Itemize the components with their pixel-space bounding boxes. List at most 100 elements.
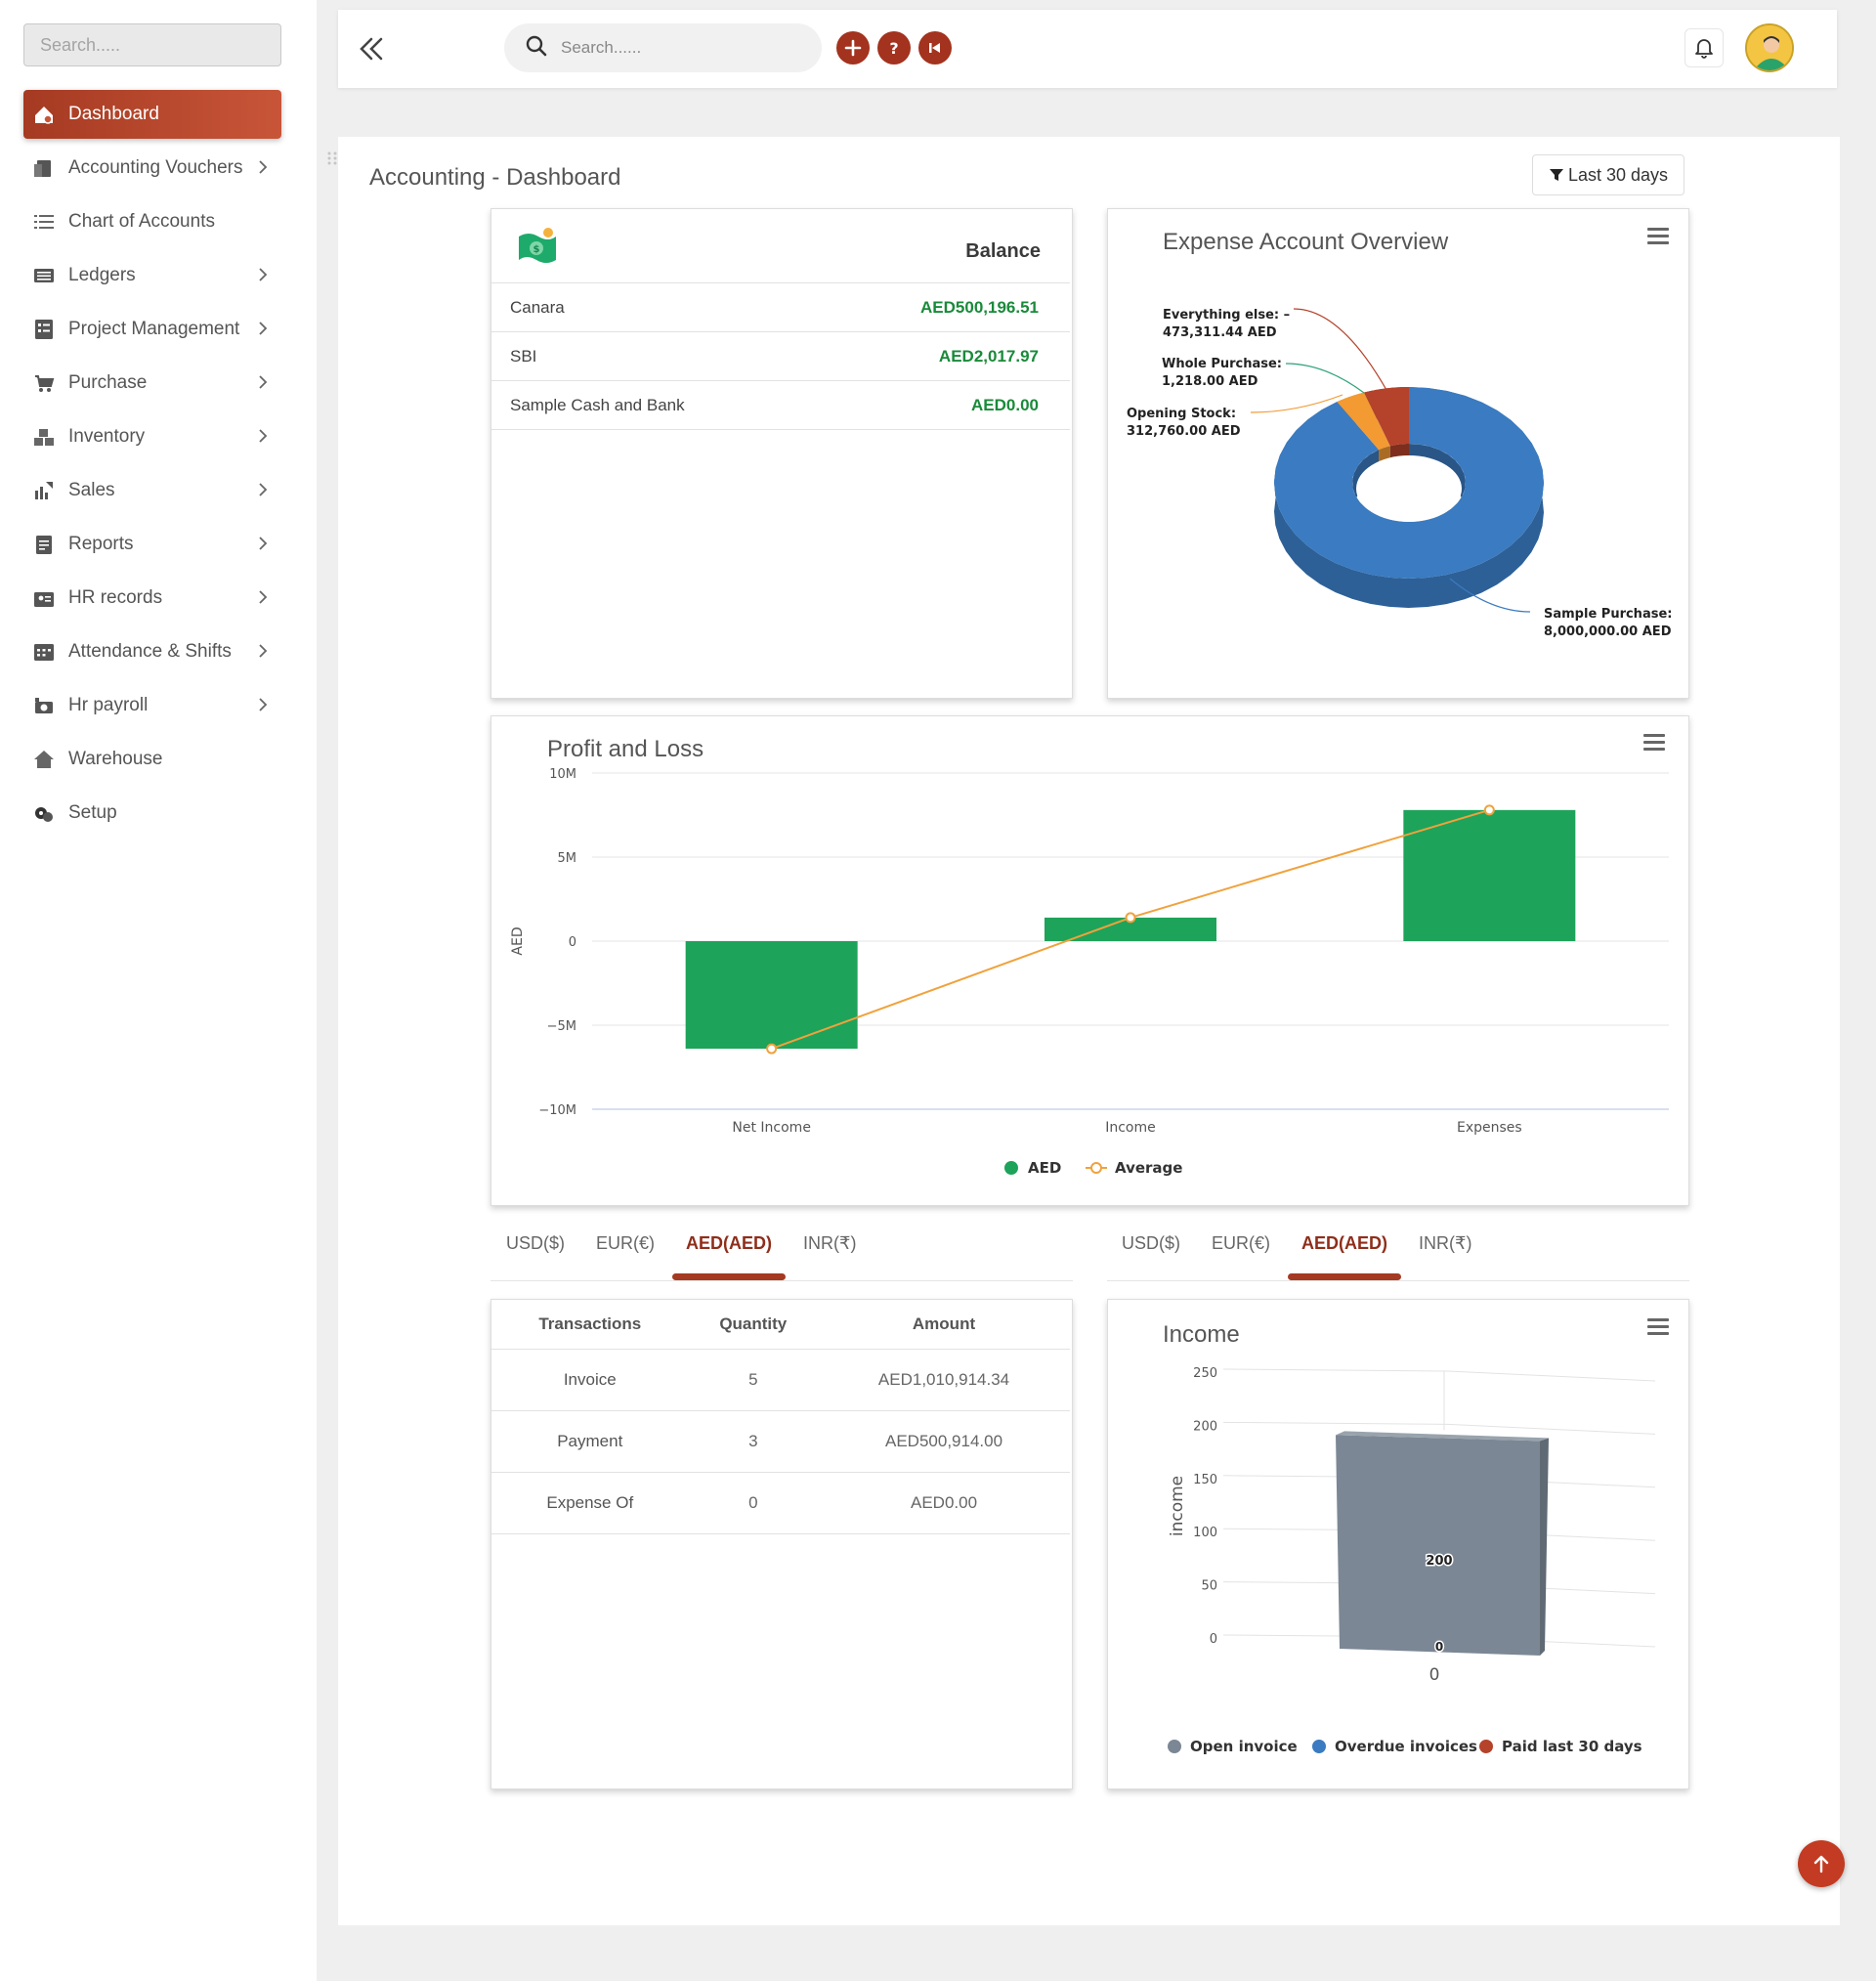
sidebar-item-reports[interactable]: Reports — [23, 520, 281, 569]
svg-text:$: $ — [533, 244, 540, 255]
profit-loss-card: Profit and Loss 10M 5M 0 −5M −10M AED Net Inco… — [490, 715, 1689, 1206]
average-point[interactable] — [766, 1043, 778, 1055]
scroll-top-button[interactable] — [1798, 1840, 1845, 1887]
search-icon — [526, 35, 547, 62]
table-cell-name: Payment — [491, 1410, 689, 1473]
sidebar-item-label: Setup — [68, 802, 117, 823]
table-cell-qty: 3 — [688, 1410, 819, 1473]
x-tick-label: Expenses — [1457, 1120, 1522, 1136]
top-search-input[interactable] — [561, 38, 795, 58]
x-tick-label: Net Income — [732, 1120, 811, 1136]
back-to-start-button[interactable] — [918, 31, 952, 65]
arrow-up-icon — [1813, 1855, 1829, 1873]
ledger-icon — [31, 263, 57, 288]
balance-account-value: AED500,196.51 — [920, 297, 1039, 317]
col-amount: Amount — [818, 1300, 1070, 1350]
sidebar-item-attendance-shifts[interactable]: Attendance & Shifts — [23, 627, 281, 676]
pie-label-name: Sample Purchase: — [1544, 607, 1672, 622]
y-axis-label: income — [1168, 1476, 1187, 1536]
top-search[interactable] — [504, 23, 822, 72]
sidebar-item-dashboard[interactable]: Dashboard — [23, 90, 281, 139]
sidebar-item-accounting-vouchers[interactable]: Accounting Vouchers — [23, 144, 281, 193]
y-tick-label: 10M — [549, 767, 576, 782]
table-cell-amount: AED1,010,914.34 — [818, 1349, 1070, 1411]
left-tab-aedaed[interactable]: AED(AED) — [672, 1222, 787, 1280]
col-transactions: Transactions — [491, 1300, 689, 1350]
chevron-right-icon — [258, 159, 268, 180]
right-tab-inr[interactable]: INR(₹) — [1405, 1222, 1485, 1280]
average-point[interactable] — [1125, 912, 1136, 924]
date-filter-button[interactable]: Last 30 days — [1532, 154, 1684, 195]
notifications-button[interactable] — [1684, 28, 1724, 67]
sidebar-item-chart-of-accounts[interactable]: Chart of Accounts — [23, 197, 281, 246]
sidebar-item-label: Accounting Vouchers — [68, 157, 243, 178]
collapse-sidebar-icon[interactable] — [356, 33, 387, 65]
left-tab-inr[interactable]: INR(₹) — [789, 1222, 870, 1280]
table-cell-name: Invoice — [491, 1349, 689, 1411]
y-tick-label: 100 — [1193, 1526, 1217, 1540]
plus-icon — [844, 39, 862, 57]
transactions-card: Transactions Quantity Amount Invoice 5 AED… — [490, 1299, 1073, 1789]
table-row: Expense Of 0 AED0.00 — [491, 1472, 1070, 1534]
sidebar-search-input[interactable] — [23, 23, 281, 66]
pie-label-value: 1,218.00 AED — [1162, 374, 1258, 389]
legend-label-open-invoice[interactable]: Open invoice — [1190, 1738, 1298, 1755]
chevron-right-icon — [258, 643, 268, 664]
table-cell-name: Expense Of — [491, 1472, 689, 1534]
legend-marker-average — [1090, 1162, 1102, 1174]
y-tick-label: −5M — [547, 1019, 576, 1034]
sidebar-item-ledgers[interactable]: Ledgers — [23, 251, 281, 300]
user-avatar[interactable] — [1745, 23, 1794, 72]
tabs-divider-left — [490, 1280, 1073, 1281]
chevron-right-icon — [258, 374, 268, 395]
right-tab-usd[interactable]: USD($) — [1108, 1222, 1194, 1280]
sidebar-item-label: HR records — [68, 587, 163, 608]
income-chart: 0 50 100 150 200 250 income 200 0 0 Open invoice Ov… — [1168, 1366, 1656, 1755]
sidebar-item-sales[interactable]: Sales — [23, 466, 281, 515]
left-tab-eur[interactable]: EUR(€) — [582, 1222, 668, 1280]
legend-label-paid-last-30-days[interactable]: Paid last 30 days — [1502, 1738, 1642, 1755]
income-data-label-zero: 0 — [1435, 1640, 1443, 1654]
currency-tabs-right: USD($) EUR(€) AED(AED) INR(₹) — [1108, 1222, 1489, 1280]
sidebar-item-inventory[interactable]: Inventory — [23, 412, 281, 461]
balance-row: SBI AED2,017.97 — [491, 331, 1070, 380]
legend-label-average[interactable]: Average — [1115, 1159, 1182, 1177]
income-column-front[interactable] — [1336, 1435, 1540, 1656]
bar-net-income[interactable] — [685, 941, 858, 1050]
legend-label-aed[interactable]: AED — [1028, 1159, 1061, 1177]
sidebar-item-purchase[interactable]: Purchase — [23, 359, 281, 408]
pie-label-value: 473,311.44 AED — [1163, 325, 1277, 340]
y-tick-label: 5M — [558, 851, 577, 866]
average-point[interactable] — [1483, 804, 1495, 816]
help-button[interactable]: ? — [877, 31, 911, 65]
cart-icon — [31, 370, 57, 396]
pie-connector — [1285, 363, 1365, 394]
table-cell-qty: 5 — [688, 1349, 819, 1411]
left-tab-usd[interactable]: USD($) — [492, 1222, 578, 1280]
drag-handle-icon[interactable] — [326, 151, 338, 166]
home-icon — [31, 747, 57, 772]
sidebar-item-hr-payroll[interactable]: Hr payroll — [23, 681, 281, 730]
sidebar-item-label: Dashboard — [68, 104, 159, 124]
sidebar-item-label: Hr payroll — [68, 695, 149, 715]
sidebar-item-label: Sales — [68, 480, 115, 500]
donut-hole — [1356, 455, 1462, 522]
page-title: Accounting - Dashboard — [369, 164, 621, 191]
right-tab-aedaed[interactable]: AED(AED) — [1288, 1222, 1402, 1280]
chevron-right-icon — [258, 536, 268, 556]
add-button[interactable] — [836, 31, 870, 65]
sidebar-item-hr-records[interactable]: HR records — [23, 574, 281, 623]
legend-marker — [1312, 1740, 1326, 1753]
sidebar-item-warehouse[interactable]: Warehouse — [23, 735, 281, 784]
balance-card: $ Balance Canara AED500,196.51 SBI AED2,017… — [490, 208, 1073, 699]
sidebar-item-setup[interactable]: Setup — [23, 789, 281, 838]
profit-loss-chart: 10M 5M 0 −5M −10M AED Net Income Income Expenses… — [510, 767, 1669, 1177]
balance-row: Sample Cash and Bank AED0.00 — [491, 380, 1070, 429]
legend-label-overdue-invoices[interactable]: Overdue invoices — [1335, 1738, 1477, 1755]
question-icon: ? — [889, 39, 898, 57]
right-tab-eur[interactable]: EUR(€) — [1198, 1222, 1284, 1280]
bar-expenses[interactable] — [1403, 809, 1576, 941]
pie-label-name: Whole Purchase: — [1162, 357, 1282, 371]
balance-account-name: Sample Cash and Bank — [510, 395, 685, 414]
sidebar-item-project-management[interactable]: Project Management — [23, 305, 281, 354]
